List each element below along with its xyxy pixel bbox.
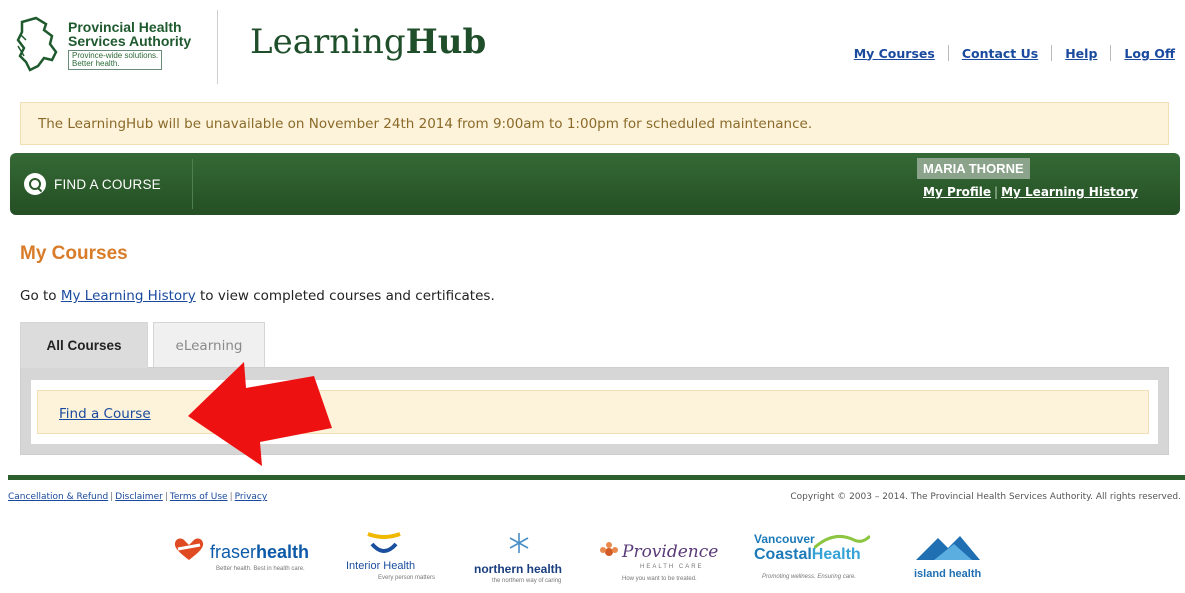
bc-map-icon xyxy=(16,16,58,72)
providence-logo[interactable]: Providence HEALTH CARE How you want to b… xyxy=(596,528,724,590)
interior-tagline: Every person matters xyxy=(378,575,436,581)
northern-health-name: northern health xyxy=(474,562,563,576)
fraser-name-a: fraser xyxy=(210,542,257,562)
intro-learning-history-link[interactable]: My Learning History xyxy=(61,288,196,304)
phsa-logo[interactable]: Provincial Health Services Authority Pro… xyxy=(16,16,196,78)
navbar-divider xyxy=(192,159,193,209)
top-nav: My Courses Contact Us Help Log Off xyxy=(854,45,1175,61)
find-course-label: FIND A COURSE xyxy=(54,176,161,192)
interior-health-logo[interactable]: Interior Health Every person matters xyxy=(342,528,440,590)
profile-separator: | xyxy=(994,185,999,199)
page-title: My Courses xyxy=(20,243,128,264)
island-health-name: island health xyxy=(914,568,982,580)
island-health-logo[interactable]: island health xyxy=(908,528,988,590)
header-divider xyxy=(217,10,218,84)
footer-separator: | xyxy=(164,492,168,502)
profile-links: My Profile | My Learning History xyxy=(923,185,1138,199)
copyright-text: Copyright © 2003 – 2014. The Provincial … xyxy=(790,492,1181,502)
vch-name-a: Vancouver xyxy=(754,532,815,546)
flower-icon xyxy=(600,542,618,556)
northern-health-logo[interactable]: northern health the northern way of cari… xyxy=(468,528,580,590)
find-a-course-link[interactable]: Find a Course xyxy=(59,406,151,422)
interior-health-icon xyxy=(367,532,401,553)
footer-link-cancellation[interactable]: Cancellation & Refund xyxy=(8,492,108,502)
mountain-icon xyxy=(916,536,980,560)
footer-link-terms[interactable]: Terms of Use xyxy=(170,492,228,502)
fraser-name-b: health xyxy=(256,542,310,562)
maintenance-alert: The LearningHub will be unavailable on N… xyxy=(20,102,1169,145)
phsa-tagline: Province-wide solutions. Better health. xyxy=(68,50,163,70)
footer-link-disclaimer[interactable]: Disclaimer xyxy=(115,492,163,502)
nav-my-courses-link[interactable]: My Courses xyxy=(854,46,935,61)
footer-rule xyxy=(8,475,1185,480)
red-arrow-icon xyxy=(188,362,332,466)
footer-links: Cancellation & Refund | Disclaimer | Terms o… xyxy=(8,492,267,502)
phsa-text: Provincial Health Services Authority Pro… xyxy=(68,20,191,78)
northern-tagline: the northern way of caring xyxy=(492,578,562,584)
phsa-name-line2: Services Authority xyxy=(68,33,192,49)
my-learning-history-link[interactable]: My Learning History xyxy=(1001,185,1138,199)
vch-name-b: Coastal xyxy=(754,546,812,563)
footer-separator: | xyxy=(229,492,233,502)
user-name-badge: MARIA THORNE xyxy=(917,158,1030,179)
nav-log-off-link[interactable]: Log Off xyxy=(1124,46,1175,61)
page-header: Provincial Health Services Authority Pro… xyxy=(0,0,1185,100)
vch-name-c: Health xyxy=(811,546,861,563)
providence-sub: HEALTH CARE xyxy=(640,564,704,570)
nav-separator xyxy=(1051,45,1053,61)
vancouver-coastal-health-logo[interactable]: Vancouver CoastalHealth Promoting wellne… xyxy=(748,528,880,590)
phsa-name-line1: Provincial Health xyxy=(68,19,182,35)
footer-separator: | xyxy=(110,492,114,502)
my-profile-link[interactable]: My Profile xyxy=(923,185,991,199)
fraser-tagline: Better health. Best in health care. xyxy=(216,566,305,572)
fraser-health-logo[interactable]: fraserhealth Better health. Best in heal… xyxy=(172,528,320,590)
main-navbar: FIND A COURSE MARIA THORNE My Profile | My… xyxy=(10,153,1180,215)
vch-name-line2: CoastalHealth xyxy=(754,546,861,564)
vch-tagline: Promoting wellness. Ensuring care. xyxy=(762,574,857,580)
nav-help-link[interactable]: Help xyxy=(1065,46,1097,61)
providence-name: Providence xyxy=(622,542,719,562)
nav-contact-us-link[interactable]: Contact Us xyxy=(962,46,1038,61)
snowflake-icon xyxy=(509,533,529,553)
learninghub-logo[interactable]: LearningHub xyxy=(250,22,486,62)
providence-tagline: How you want to be treated. xyxy=(622,576,697,582)
interior-health-name: Interior Health xyxy=(346,560,416,572)
search-icon xyxy=(24,173,46,195)
find-course-nav-button[interactable]: FIND A COURSE xyxy=(10,153,193,215)
intro-prefix: Go to xyxy=(20,288,61,304)
nav-separator xyxy=(947,45,949,61)
fraser-heart-icon xyxy=(174,538,204,560)
fraser-health-name: fraserhealth xyxy=(210,542,309,563)
tab-all-courses[interactable]: All Courses xyxy=(20,322,148,368)
brand-light: Learning xyxy=(250,22,406,62)
phsa-tagline-line2: Better health. xyxy=(72,59,120,68)
intro-text: Go to My Learning History to view comple… xyxy=(20,288,495,304)
nav-separator xyxy=(1110,45,1112,61)
footer-link-privacy[interactable]: Privacy xyxy=(235,492,268,502)
intro-suffix: to view completed courses and certificat… xyxy=(195,288,495,304)
brand-bold: Hub xyxy=(405,22,487,62)
